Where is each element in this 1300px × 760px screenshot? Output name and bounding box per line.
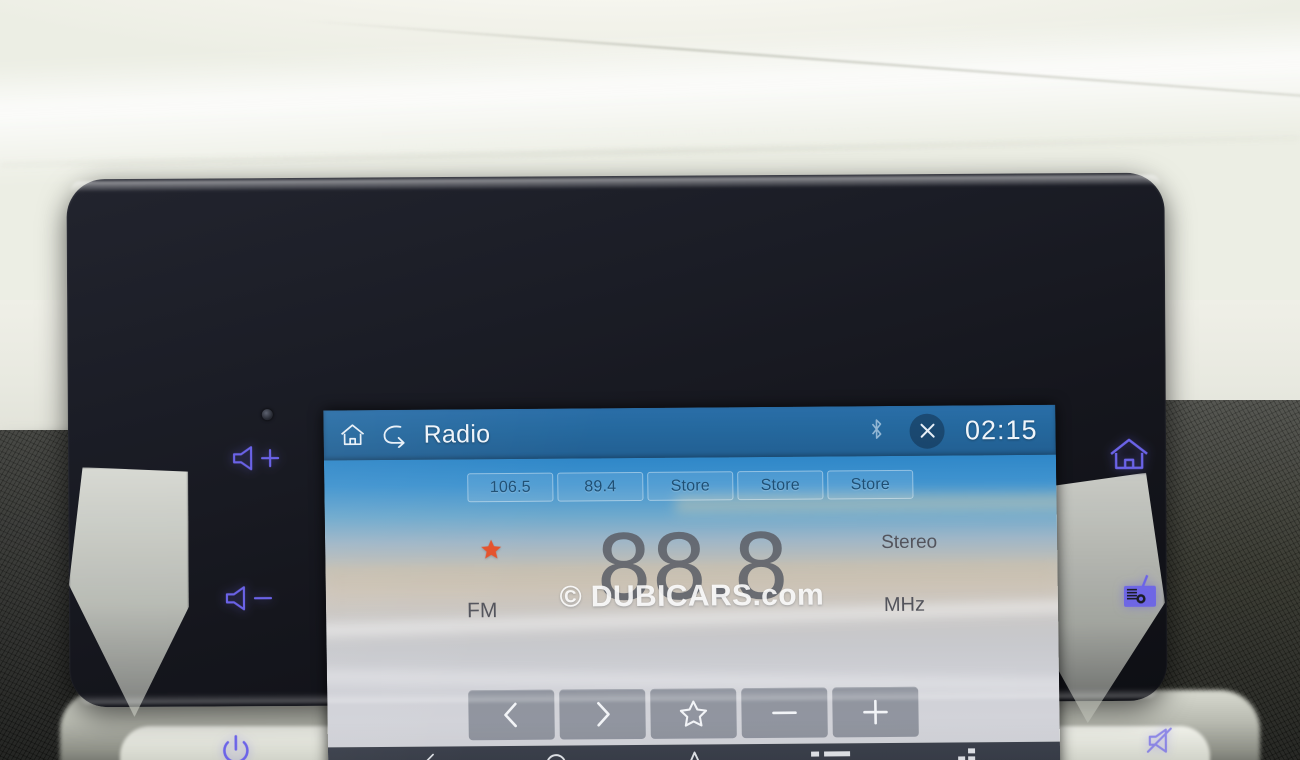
- preset-button[interactable]: 89.4: [557, 471, 644, 502]
- clock-display: 02:15: [964, 414, 1038, 445]
- tune-up-button[interactable]: [832, 686, 919, 738]
- preset-bar: 106.5 89.4 Store Store Store: [324, 469, 1056, 504]
- preset-button[interactable]: 106.5: [467, 472, 554, 503]
- volume-up-button[interactable]: [226, 441, 288, 475]
- preset-button[interactable]: Store: [647, 471, 734, 501]
- bluetooth-icon: [870, 418, 884, 445]
- volume-down-button[interactable]: [219, 581, 281, 615]
- radio-main-panel: 106.5 89.4 Store Store Store FM Stereo M…: [323, 454, 1061, 748]
- nav-item-tone[interactable]: Tone: [918, 747, 1015, 760]
- header-spacer: [504, 431, 856, 434]
- back-arrow-icon[interactable]: [379, 422, 407, 448]
- preset-button[interactable]: Store: [827, 469, 914, 500]
- star-outline-icon: [679, 749, 710, 760]
- touchscreen-display[interactable]: Radio 02:15 106.5 89.4 Store Store Store…: [323, 404, 1061, 760]
- previous-station-button[interactable]: [468, 689, 555, 741]
- app-header-bar: Radio 02:15: [323, 404, 1056, 461]
- nav-item-scan[interactable]: Scan: [510, 750, 607, 760]
- next-station-button[interactable]: [559, 688, 646, 740]
- am-radio-icon: AM: [406, 752, 438, 760]
- nav-item-station[interactable]: Station: [782, 748, 879, 760]
- light-sensor: [261, 409, 273, 421]
- radio-button-bezel[interactable]: [1117, 571, 1163, 613]
- home-button-bezel[interactable]: [1105, 435, 1153, 475]
- power-button[interactable]: [215, 730, 257, 760]
- equalizer-icon: [948, 747, 985, 760]
- car-interior-scene: Radio 02:15 106.5 89.4 Store Store Store…: [0, 0, 1300, 760]
- page-title: Radio: [423, 419, 491, 449]
- nav-item-band[interactable]: AM Band: [374, 751, 471, 760]
- list-icon: [810, 748, 850, 760]
- home-icon[interactable]: [339, 423, 365, 447]
- add-favorite-button[interactable]: [650, 688, 737, 739]
- close-button[interactable]: [909, 413, 946, 449]
- now-playing-info: FM Stereo MHz 88.8: [325, 514, 1059, 667]
- head-unit-bezel: Radio 02:15 106.5 89.4 Store Store Store…: [66, 172, 1172, 760]
- search-icon: [543, 750, 573, 760]
- bezel-glare-left: [68, 467, 190, 718]
- tune-down-button[interactable]: [741, 687, 828, 739]
- tuning-controls: [327, 686, 1060, 742]
- mute-button-bezel[interactable]: [1143, 724, 1187, 758]
- nav-item-favorite[interactable]: Favorite: [646, 749, 743, 760]
- preset-button[interactable]: Store: [737, 470, 824, 501]
- frequency-display: 88.8: [594, 514, 789, 622]
